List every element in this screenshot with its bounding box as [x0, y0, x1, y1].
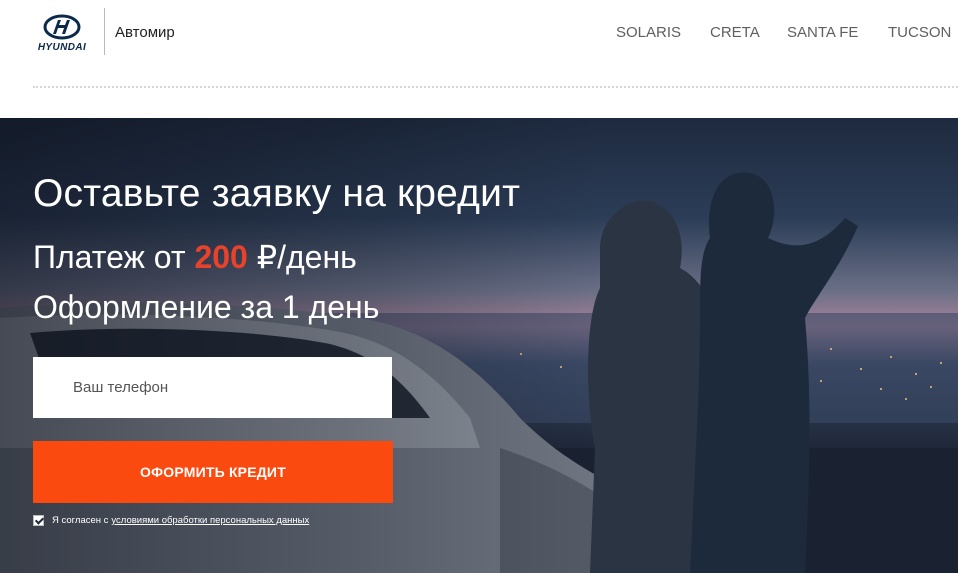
processing-line: Оформление за 1 день	[33, 289, 380, 325]
nav-item-creta[interactable]: CRETA	[710, 24, 760, 41]
hero-headline: Оставьте заявку на кредит	[33, 172, 521, 215]
logo-wordmark: HYUNDAI	[37, 42, 87, 53]
hyundai-logo[interactable]: HYUNDAI	[31, 14, 93, 54]
payment-suffix: ₽/день	[256, 239, 357, 275]
consent-row: Я согласен с условиями обработки персонал…	[33, 515, 309, 526]
site-header: HYUNDAI Автомир SOLARIS CRETA SANTA FE T…	[0, 0, 958, 118]
header-divider	[33, 86, 958, 88]
consent-checkbox[interactable]	[33, 515, 44, 526]
nav-item-solaris[interactable]: SOLARIS	[616, 24, 681, 41]
nav-item-tucson[interactable]: TUCSON	[888, 24, 951, 41]
dealer-name: Автомир	[115, 24, 175, 41]
payment-prefix: Платеж от	[33, 239, 186, 275]
nav-item-santa-fe[interactable]: SANTA FE	[787, 24, 858, 41]
logo-divider	[104, 8, 105, 55]
hyundai-logo-icon	[43, 14, 81, 40]
phone-input[interactable]	[33, 357, 392, 418]
consent-label: Я согласен с	[52, 515, 109, 526]
apply-credit-button[interactable]: ОФОРМИТЬ КРЕДИТ	[33, 441, 393, 503]
consent-text: Я согласен с условиями обработки персонал…	[52, 515, 309, 526]
payment-line: Платеж от 200 ₽/день	[33, 238, 357, 276]
payment-amount: 200	[194, 239, 248, 275]
consent-link[interactable]: условиями обработки персональных данных	[111, 515, 309, 526]
